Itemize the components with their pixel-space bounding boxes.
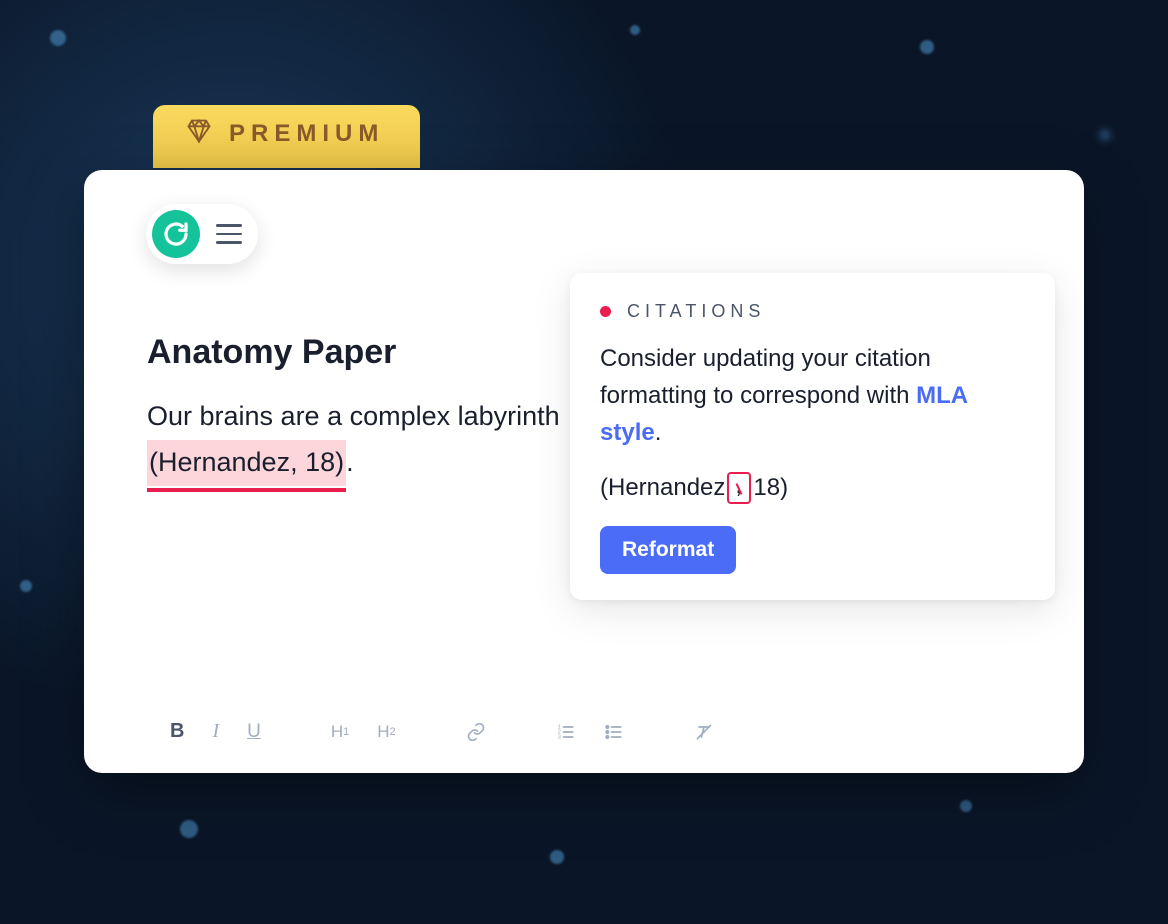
ordered-list-button[interactable]: 123 [556, 722, 576, 742]
h1-button[interactable]: H1 [331, 722, 349, 742]
remove-comma-icon [727, 472, 751, 504]
link-button[interactable] [466, 722, 486, 742]
suggestion-category: CITATIONS [627, 301, 765, 322]
document-body[interactable]: Our brains are a complex labyrinth (Hern… [147, 394, 567, 486]
document-title[interactable]: Anatomy Paper [147, 333, 396, 372]
premium-label: PREMIUM [229, 120, 384, 148]
underline-button[interactable]: U [247, 721, 261, 743]
diamond-icon [185, 119, 213, 148]
citation-highlight[interactable]: (Hernandez, 18) [147, 440, 346, 486]
bullet-list-button[interactable] [604, 722, 624, 742]
svg-text:3: 3 [557, 734, 560, 740]
reformat-button[interactable]: Reformat [600, 526, 736, 574]
grammarly-widget[interactable] [146, 204, 258, 264]
citation-example: (Hernandez 18) [600, 472, 1025, 504]
grammarly-icon[interactable] [152, 210, 200, 258]
body-text-suffix: . [346, 447, 354, 477]
suggestion-card[interactable]: CITATIONS Consider updating your citatio… [570, 273, 1055, 600]
premium-badge: PREMIUM [153, 105, 420, 168]
h2-button[interactable]: H2 [377, 722, 395, 742]
clear-format-button[interactable] [694, 722, 714, 742]
italic-button[interactable]: I [212, 720, 219, 743]
menu-icon[interactable] [214, 220, 244, 248]
suggestion-message: Consider updating your citation formatti… [600, 340, 1025, 452]
bold-button[interactable]: B [170, 720, 184, 743]
body-text-prefix: Our brains are a complex labyrinth [147, 401, 560, 431]
error-underline [147, 488, 346, 492]
suggestion-header: CITATIONS [600, 301, 1025, 322]
category-dot-icon [600, 306, 611, 317]
editor-card: Anatomy Paper Our brains are a complex l… [84, 170, 1084, 773]
format-toolbar: B I U H1 H2 123 [170, 720, 714, 743]
